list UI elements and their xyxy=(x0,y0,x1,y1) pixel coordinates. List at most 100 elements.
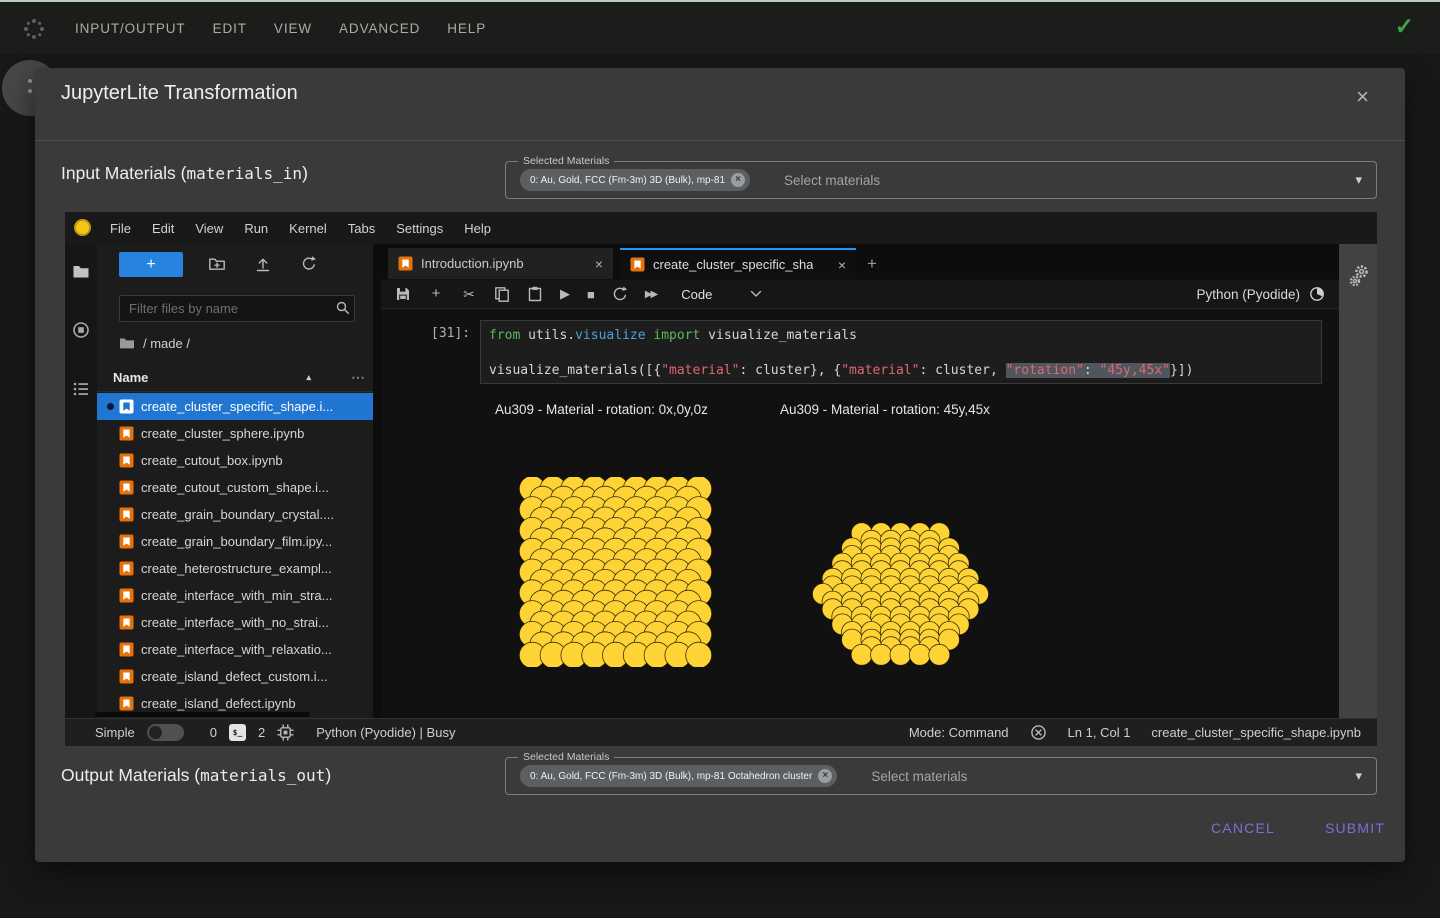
jupyter-menu-bar: File Edit View Run Kernel Tabs Settings Help xyxy=(65,212,1377,244)
cell-type-select[interactable]: Code xyxy=(681,287,762,302)
file-name: create_heterostructure_exampl... xyxy=(141,561,332,576)
file-name: create_grain_boundary_crystal.... xyxy=(141,507,334,522)
tab-close-icon[interactable]: × xyxy=(595,256,603,272)
run-cell-icon[interactable]: ▶ xyxy=(560,286,570,302)
file-row[interactable]: create_cluster_sphere.ipynb xyxy=(97,420,373,447)
notebook-file-icon xyxy=(119,534,134,549)
kernel-status[interactable]: Python (Pyodide) | Busy xyxy=(316,725,455,740)
file-browser-icon[interactable] xyxy=(72,262,90,280)
cell-prompt: [31]: xyxy=(431,326,470,341)
file-list: create_cluster_specific_shape.i... creat… xyxy=(97,393,373,717)
dialog-title: JupyterLite Transformation xyxy=(61,82,298,105)
top-menu: INPUT/OUTPUT EDIT VIEW ADVANCED HELP xyxy=(0,21,486,36)
refresh-icon[interactable] xyxy=(300,255,318,273)
cut-cell-icon[interactable]: ✂ xyxy=(461,286,477,302)
file-name: create_interface_with_min_stra... xyxy=(141,588,332,603)
add-tab-button[interactable]: + xyxy=(862,253,882,273)
jupyter-menu-item[interactable]: Settings xyxy=(396,221,443,236)
filebrowser-scrollbar[interactable] xyxy=(95,712,310,717)
cursor-position[interactable]: Ln 1, Col 1 xyxy=(1068,725,1131,740)
file-row[interactable]: create_cluster_specific_shape.i... xyxy=(97,393,373,420)
cluster-visualization-front xyxy=(518,477,713,667)
paste-icon[interactable] xyxy=(527,286,543,302)
dropdown-caret-icon[interactable]: ▾ xyxy=(1355,768,1362,784)
running-kernels-icon[interactable] xyxy=(72,321,90,339)
new-folder-icon[interactable] xyxy=(208,255,226,273)
output-materials-placeholder: Select materials xyxy=(871,769,967,784)
terminals-count[interactable]: 0 xyxy=(210,725,217,740)
dialog-close-button[interactable]: × xyxy=(1356,86,1369,108)
file-row[interactable]: create_grain_boundary_crystal.... xyxy=(97,501,373,528)
simple-mode-toggle[interactable] xyxy=(147,724,184,741)
save-icon[interactable] xyxy=(395,286,411,302)
file-row[interactable]: create_interface_with_no_strai... xyxy=(97,609,373,636)
file-row[interactable]: create_cutout_box.ipynb xyxy=(97,447,373,474)
header-more-icon[interactable]: ⋯ xyxy=(351,369,365,386)
notebook-dock: Introduction.ipynb × create_cluster_spec… xyxy=(381,244,1339,718)
restart-kernel-icon[interactable] xyxy=(612,286,628,302)
code-cell-editor[interactable]: from utils.visualize import visualize_ma… xyxy=(480,320,1322,384)
file-row[interactable]: create_interface_with_min_stra... xyxy=(97,582,373,609)
breadcrumb[interactable]: / made / xyxy=(119,332,190,354)
jupyter-menu-item[interactable]: View xyxy=(195,221,223,236)
output-material-chip[interactable]: 0: Au, Gold, FCC (Fm-3m) 3D (Bulk), mp-8… xyxy=(520,765,837,787)
tab-bar: Introduction.ipynb × create_cluster_spec… xyxy=(381,244,1339,279)
tab-create-cluster[interactable]: create_cluster_specific_sha × xyxy=(620,248,856,279)
submit-button[interactable]: SUBMIT xyxy=(1305,814,1405,842)
top-menu-item[interactable]: EDIT xyxy=(213,21,247,36)
copy-icon[interactable] xyxy=(494,286,510,302)
cluster-visualization-rotated xyxy=(808,518,993,670)
add-cell-icon[interactable]: + xyxy=(428,286,444,302)
file-row[interactable]: create_interface_with_relaxatio... xyxy=(97,636,373,663)
jupyter-menu: File Edit View Run Kernel Tabs Settings Help xyxy=(65,221,491,236)
top-menu-item[interactable]: VIEW xyxy=(274,21,312,36)
tab-close-icon[interactable]: × xyxy=(838,257,846,273)
jupyter-menu-item[interactable]: File xyxy=(110,221,131,236)
kernel-busy-icon xyxy=(1309,286,1325,302)
top-menu-item[interactable]: INPUT/OUTPUT xyxy=(75,21,186,36)
kernel-chip-icon[interactable] xyxy=(277,724,294,741)
new-launcher-button[interactable]: + xyxy=(119,252,183,277)
file-list-header[interactable]: Name ▴ ⋯ xyxy=(97,364,373,392)
kernel-selector[interactable]: Python (Pyodide) xyxy=(1196,286,1325,302)
jupyter-menu-item[interactable]: Edit xyxy=(152,221,174,236)
top-menu-item[interactable]: HELP xyxy=(447,21,486,36)
settings-gears-icon[interactable] xyxy=(1348,264,1370,288)
transformation-dialog: JupyterLite Transformation × Input Mater… xyxy=(35,68,1405,862)
output-materials-select[interactable]: Selected Materials 0: Au, Gold, FCC (Fm-… xyxy=(505,757,1377,795)
notebook-file-icon xyxy=(119,453,134,468)
file-row[interactable]: create_cutout_custom_shape.i... xyxy=(97,474,373,501)
input-materials-select[interactable]: Selected Materials 0: Au, Gold, FCC (Fm-… xyxy=(505,161,1377,199)
output-title-right: Au309 - Material - rotation: 45y,45x xyxy=(780,402,990,417)
restart-run-all-icon[interactable]: ▶▶ xyxy=(645,289,656,300)
input-material-chip[interactable]: 0: Au, Gold, FCC (Fm-3m) 3D (Bulk), mp-8… xyxy=(520,169,750,191)
notebook-content: [31]: from utils.visualize import visual… xyxy=(381,309,1339,718)
notebook-file-icon xyxy=(119,480,134,495)
terminal-icon[interactable]: $_ xyxy=(229,724,246,741)
dropdown-caret-icon[interactable]: ▾ xyxy=(1355,172,1362,188)
stop-kernel-icon[interactable]: ■ xyxy=(587,287,595,302)
table-of-contents-icon[interactable] xyxy=(72,380,90,398)
file-row[interactable]: create_heterostructure_exampl... xyxy=(97,555,373,582)
file-name: create_cutout_custom_shape.i... xyxy=(141,480,329,495)
kernels-count[interactable]: 2 xyxy=(258,725,265,740)
input-materials-label: Input Materials (materials_in) xyxy=(61,160,308,186)
file-name: create_island_defect.ipynb xyxy=(141,696,296,711)
notebook-file-icon xyxy=(119,669,134,684)
app-logo-icon[interactable] xyxy=(22,17,46,41)
jupyter-menu-item[interactable]: Tabs xyxy=(348,221,375,236)
cancel-button[interactable]: CANCEL xyxy=(1195,814,1291,842)
file-row[interactable]: create_island_defect_custom.i... xyxy=(97,663,373,690)
filter-files-input[interactable] xyxy=(119,295,355,322)
jupyter-menu-item[interactable]: Kernel xyxy=(289,221,327,236)
command-mode-indicator[interactable]: Mode: Command xyxy=(909,725,1009,740)
chip-remove-icon[interactable]: × xyxy=(731,173,745,187)
file-row[interactable]: create_grain_boundary_film.ipy... xyxy=(97,528,373,555)
top-menu-item[interactable]: ADVANCED xyxy=(339,21,420,36)
upload-icon[interactable] xyxy=(254,255,272,273)
trust-shield-icon[interactable] xyxy=(1030,724,1047,741)
tab-introduction[interactable]: Introduction.ipynb × xyxy=(388,248,613,279)
chip-remove-icon[interactable]: × xyxy=(818,769,832,783)
jupyter-menu-item[interactable]: Help xyxy=(464,221,491,236)
jupyter-menu-item[interactable]: Run xyxy=(244,221,268,236)
